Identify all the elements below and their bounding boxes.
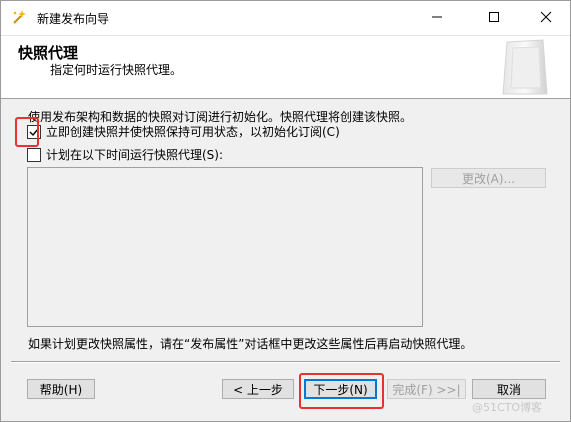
close-button[interactable] xyxy=(523,1,569,33)
maximize-icon xyxy=(489,12,499,22)
schedule-snapshot-label: 计划在以下时间运行快照代理(S): xyxy=(46,148,224,162)
cancel-button[interactable]: 取消 xyxy=(472,379,546,399)
wizard-icon xyxy=(11,9,27,25)
schedule-snapshot-checkbox[interactable] xyxy=(27,147,41,162)
page-subtitle: 指定何时运行快照代理。 xyxy=(50,63,183,77)
minimize-icon xyxy=(432,16,442,18)
finish-button[interactable]: 完成(F) >>| xyxy=(387,379,466,399)
wizard-header: 快照代理 指定何时运行快照代理。 xyxy=(1,35,570,99)
schedule-list-box xyxy=(27,167,423,327)
create-snapshot-checkbox[interactable] xyxy=(27,124,41,139)
minimize-button[interactable] xyxy=(414,1,460,33)
maximize-button[interactable] xyxy=(471,1,517,33)
note-text: 如果计划更改快照属性，请在“发布属性”对话框中更改这些属性后再启动快照代理。 xyxy=(28,337,473,351)
page-title: 快照代理 xyxy=(18,44,79,62)
title-bar: 新建发布向导 xyxy=(1,1,570,35)
create-snapshot-label: 立即创建快照并使快照保持可用状态，以初始化订阅(C) xyxy=(46,125,340,139)
window-title: 新建发布向导 xyxy=(37,12,110,26)
next-button[interactable]: 下一步(N) xyxy=(304,379,377,399)
wizard-window: 新建发布向导 快照代理 指定何时运行快照代理。 使用发布架构和数据的快照对订阅进… xyxy=(0,0,571,422)
footer-divider xyxy=(11,361,560,363)
checkmark-icon xyxy=(29,128,39,136)
close-icon xyxy=(540,11,552,23)
back-button[interactable]: < 上一步 xyxy=(222,379,294,399)
change-schedule-button[interactable]: 更改(A)... xyxy=(431,168,546,188)
watermark-text: @51CTO博客 xyxy=(472,401,543,414)
help-button[interactable]: 帮助(H) xyxy=(27,379,95,399)
schedule-snapshot-option[interactable]: 计划在以下时间运行快照代理(S): xyxy=(27,146,223,163)
document-stack-icon xyxy=(499,38,551,96)
create-snapshot-now-option[interactable]: 立即创建快照并使快照保持可用状态，以初始化订阅(C) xyxy=(27,123,340,140)
